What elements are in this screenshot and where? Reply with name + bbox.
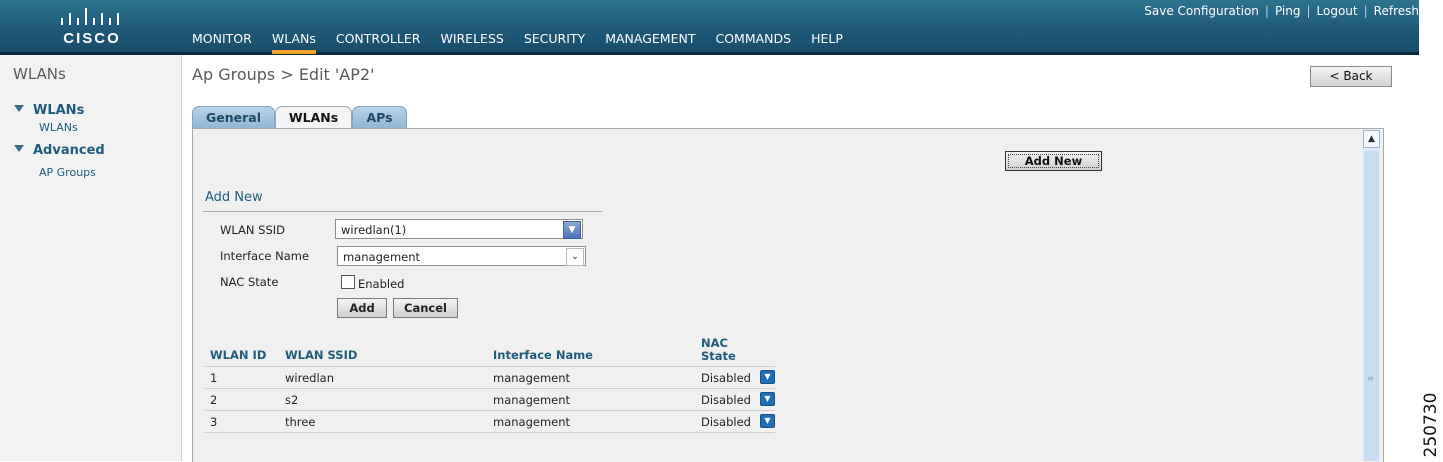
cell-nac-state: Disabled xyxy=(701,393,751,407)
cell-wlan-id: 3 xyxy=(210,415,218,429)
section-divider xyxy=(203,211,602,212)
main-menu: MONITOR WLANs CONTROLLER WIRELESS SECURITY MA… xyxy=(192,31,863,54)
row-dropdown-icon[interactable]: ▼ xyxy=(760,414,775,428)
column-header-nac-state: NAC State xyxy=(701,336,736,363)
sidebar-item-wlans[interactable]: WLANs xyxy=(39,121,78,134)
add-button[interactable]: Add xyxy=(337,298,387,318)
wlan-ssid-value: wiredlan(1) xyxy=(341,223,407,237)
cisco-logo: CISCO xyxy=(57,6,127,48)
column-header-interface-name: Interface Name xyxy=(493,348,593,362)
wlan-ssid-select[interactable]: wiredlan(1) ▼ xyxy=(335,219,583,239)
refresh-link[interactable]: Refresh xyxy=(1374,4,1419,18)
cell-wlan-ssid: three xyxy=(285,415,316,429)
expand-triangle-icon xyxy=(14,105,24,112)
sidebar-group-advanced[interactable]: Advanced xyxy=(14,143,105,158)
menu-wireless[interactable]: WIRELESS xyxy=(440,31,503,46)
sidebar-group-wlans[interactable]: WLANs xyxy=(14,103,84,118)
nac-enabled-checkbox[interactable] xyxy=(341,275,355,289)
cell-wlan-id: 1 xyxy=(210,371,218,385)
column-header-wlan-id: WLAN ID xyxy=(210,348,267,362)
cell-wlan-ssid: wiredlan xyxy=(285,371,334,385)
interface-name-label: Interface Name xyxy=(220,249,310,263)
cell-wlan-ssid: s2 xyxy=(285,393,299,407)
menu-commands[interactable]: COMMANDS xyxy=(715,31,791,46)
nac-state-label: NAC State xyxy=(220,275,279,289)
figure-id: 250730 xyxy=(1421,392,1441,458)
chevron-down-icon[interactable]: ⌄ xyxy=(566,248,584,266)
menu-wlans[interactable]: WLANs xyxy=(271,31,316,54)
section-title: Add New xyxy=(205,190,263,205)
cisco-bridge-icon xyxy=(61,8,119,25)
cancel-button[interactable]: Cancel xyxy=(393,298,458,318)
cell-wlan-id: 2 xyxy=(210,393,218,407)
sidebar-title: WLANs xyxy=(13,65,66,83)
sidebar-item-ap-groups[interactable]: AP Groups xyxy=(39,166,96,179)
sidebar-group-label: WLANs xyxy=(33,103,85,118)
wlan-ssid-label: WLAN SSID xyxy=(220,223,286,237)
back-button[interactable]: < Back xyxy=(1310,66,1392,87)
cell-interface-name: management xyxy=(493,415,571,429)
table-rule xyxy=(205,366,775,367)
sidebar: WLANs WLANs WLANs Advanced AP Groups xyxy=(0,55,182,461)
table-rule xyxy=(205,410,775,411)
top-links: Save Configuration | Ping | Logout | Refresh xyxy=(1144,4,1419,18)
page-title: Ap Groups > Edit 'AP2' xyxy=(192,65,375,84)
tab-general[interactable]: General xyxy=(192,106,275,129)
scroll-grip-icon: ≡ xyxy=(1367,374,1374,383)
scroll-thumb[interactable] xyxy=(1364,151,1379,461)
tab-aps[interactable]: APs xyxy=(352,106,407,129)
menu-help[interactable]: HELP xyxy=(811,31,843,46)
top-header: CISCO Save Configuration | Ping | Logout | Ref… xyxy=(0,0,1419,55)
expand-triangle-icon xyxy=(14,145,24,152)
cell-nac-state: Disabled xyxy=(701,415,751,429)
column-header-wlan-ssid: WLAN SSID xyxy=(285,348,358,362)
interface-name-select[interactable]: management ⌄ xyxy=(337,246,586,266)
interface-name-value: management xyxy=(343,250,421,264)
row-dropdown-icon[interactable]: ▼ xyxy=(760,370,775,384)
scroll-up-icon[interactable]: ▲ xyxy=(1363,130,1380,148)
nac-enabled-label: Enabled xyxy=(358,277,405,291)
table-rule xyxy=(205,388,775,389)
sidebar-group-label: Advanced xyxy=(33,143,105,158)
menu-monitor[interactable]: MONITOR xyxy=(192,31,252,46)
cell-nac-state: Disabled xyxy=(701,371,751,385)
tab-wlans[interactable]: WLANs xyxy=(275,106,352,130)
table-rule xyxy=(205,432,775,433)
row-dropdown-icon[interactable]: ▼ xyxy=(760,392,775,406)
menu-controller[interactable]: CONTROLLER xyxy=(336,31,421,46)
save-configuration-link[interactable]: Save Configuration xyxy=(1144,4,1259,18)
vertical-scrollbar[interactable]: ▲ ≡ xyxy=(1363,130,1380,461)
add-new-button[interactable]: Add New xyxy=(1005,151,1102,171)
cell-interface-name: management xyxy=(493,393,571,407)
cell-interface-name: management xyxy=(493,371,571,385)
ping-link[interactable]: Ping xyxy=(1275,4,1301,18)
menu-management[interactable]: MANAGEMENT xyxy=(605,31,695,46)
chevron-down-icon[interactable]: ▼ xyxy=(563,221,581,239)
menu-security[interactable]: SECURITY xyxy=(524,31,585,46)
logout-link[interactable]: Logout xyxy=(1317,4,1358,18)
tab-panel xyxy=(192,128,1384,462)
logo-wordmark: CISCO xyxy=(63,30,121,47)
